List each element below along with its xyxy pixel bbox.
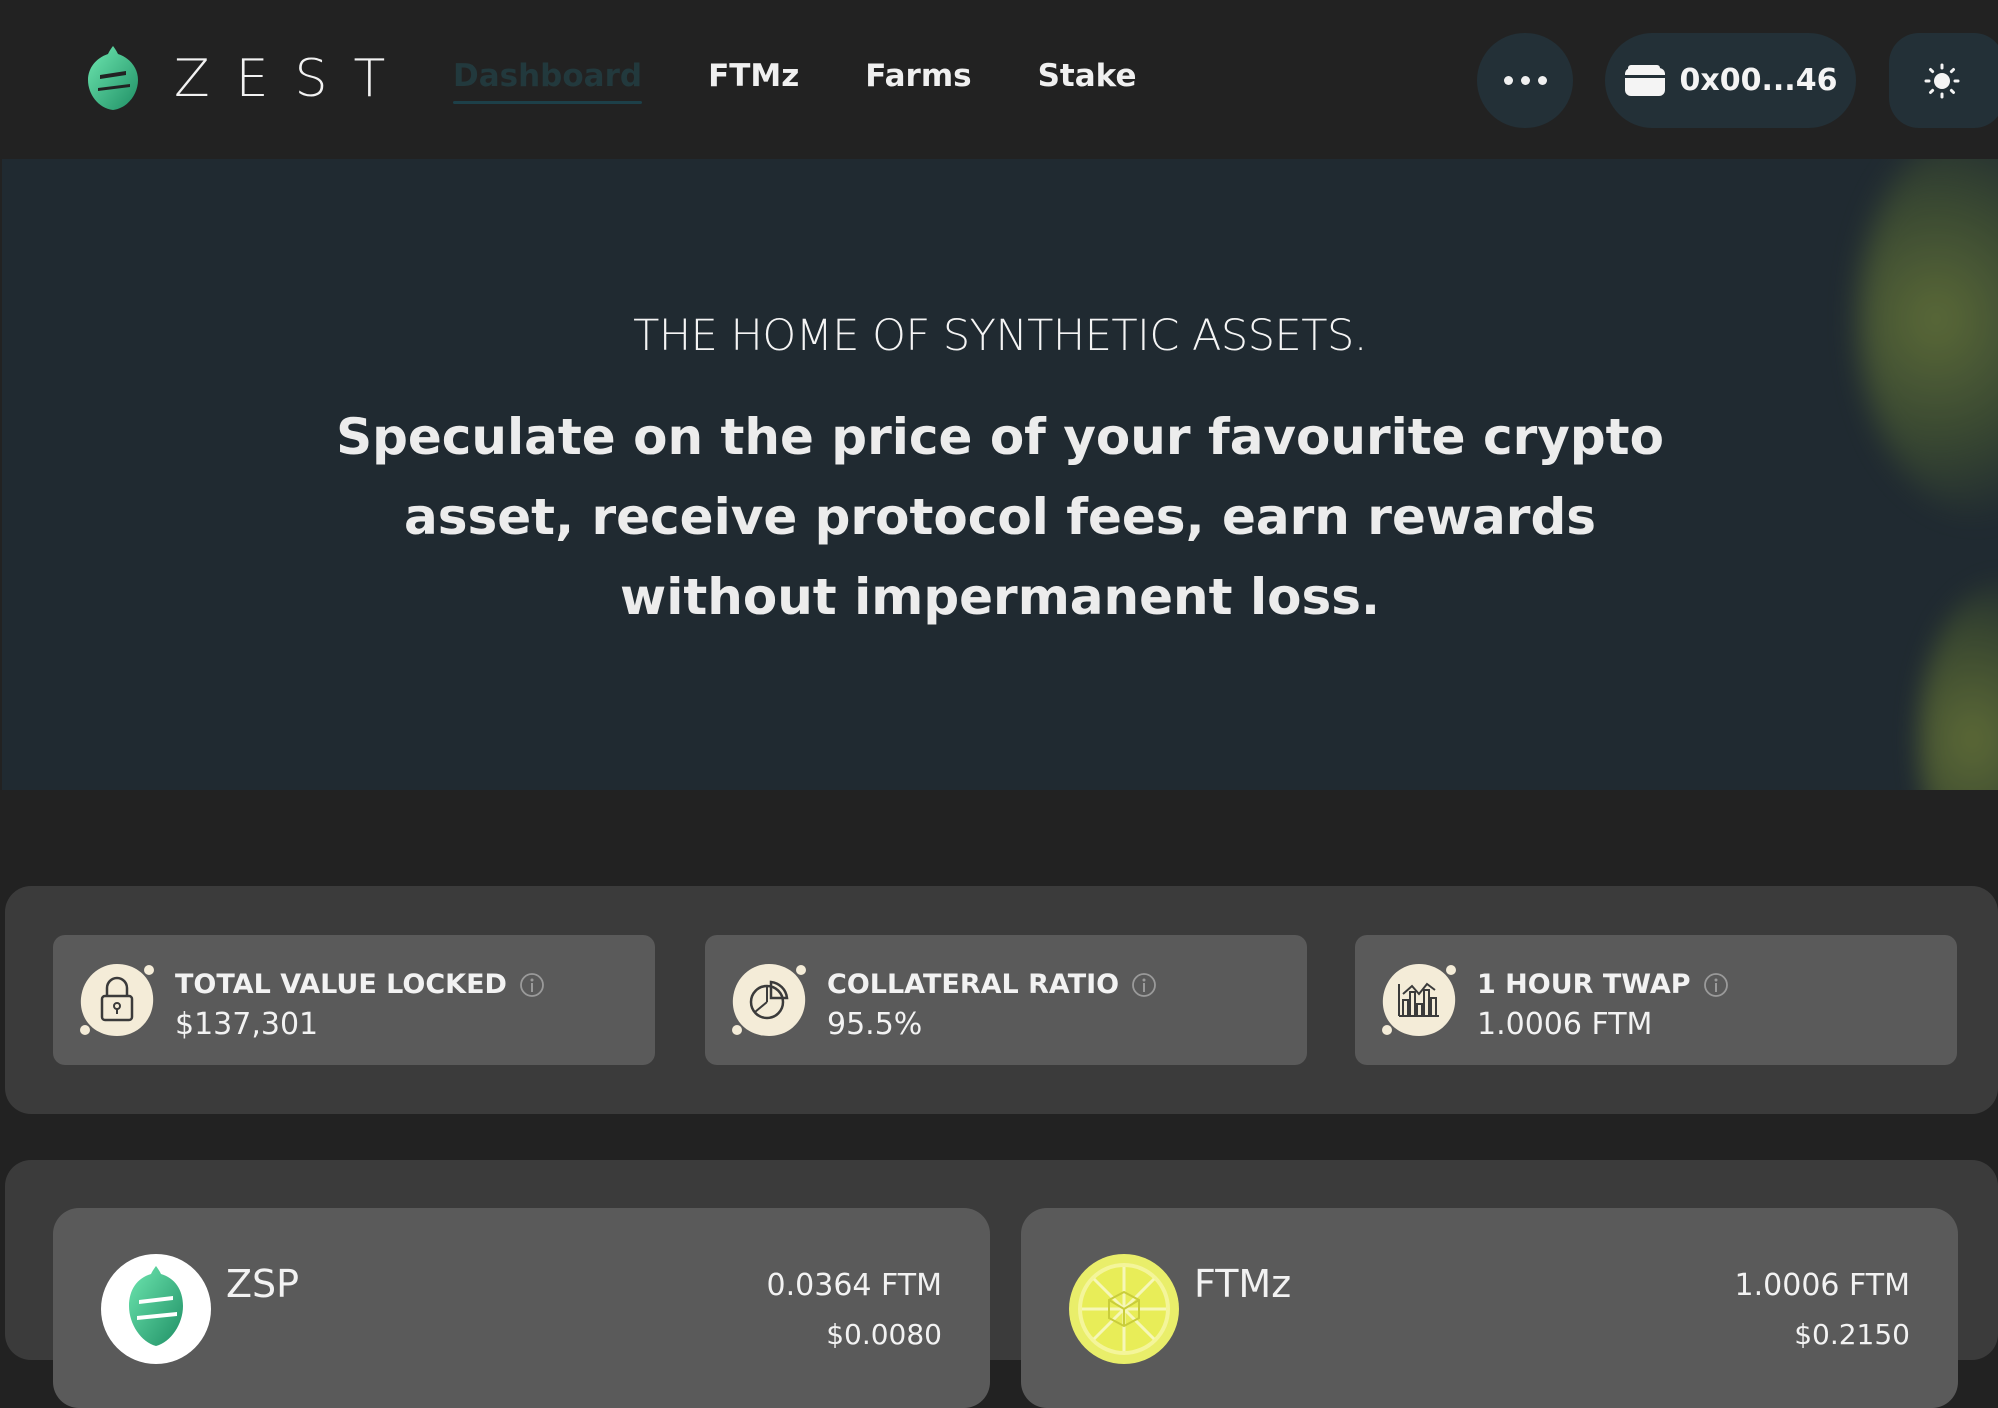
- stat-label-row: 1 HOUR TWAP: [1477, 969, 1729, 1000]
- zest-logo-icon: [101, 1254, 211, 1364]
- info-icon[interactable]: [1131, 972, 1157, 998]
- wallet-address: 0x00...46: [1679, 63, 1838, 98]
- stat-card-twap: 1 HOUR TWAP 1.0006 FTM: [1355, 935, 1957, 1065]
- wallet-button[interactable]: 0x00...46: [1605, 33, 1856, 128]
- more-dots-icon: [1503, 76, 1547, 85]
- stat-label-row: TOTAL VALUE LOCKED: [175, 969, 545, 1000]
- info-icon[interactable]: [1703, 972, 1729, 998]
- hero-decoration: [1918, 579, 1998, 790]
- info-icon[interactable]: [519, 972, 545, 998]
- top-navbar: ZEST Dashboard FTMz Farms Stake 0x00...4…: [0, 0, 1998, 159]
- hero-banner: THE HOME OF SYNTHETIC ASSETS. Speculate …: [2, 159, 1998, 790]
- theme-toggle-button[interactable]: [1889, 33, 1998, 128]
- token-price: 1.0006 FTM: [1734, 1268, 1910, 1303]
- token-card-ftmz[interactable]: FTMz 1.0006 FTM $0.2150: [1021, 1208, 1958, 1408]
- nav-stake[interactable]: Stake: [1038, 58, 1137, 100]
- stat-card-tvl: TOTAL VALUE LOCKED $137,301: [53, 935, 655, 1065]
- token-usd-price: $0.2150: [1794, 1318, 1910, 1351]
- lemon-slice-icon: [1069, 1254, 1179, 1364]
- token-usd-price: $0.0080: [826, 1318, 942, 1351]
- brand-logo[interactable]: ZEST: [86, 44, 411, 114]
- main-nav: Dashboard FTMz Farms Stake: [453, 58, 1202, 104]
- pie-chart-icon: [732, 964, 806, 1036]
- zest-logo-icon: [88, 46, 138, 110]
- lock-icon: [80, 964, 154, 1036]
- stat-card-collateral-ratio: COLLATERAL RATIO 95.5%: [705, 935, 1307, 1065]
- stat-label: 1 HOUR TWAP: [1477, 969, 1691, 1000]
- brand-logo-text: ZEST: [174, 49, 412, 109]
- stats-panel: TOTAL VALUE LOCKED $137,301 COLLATERAL R…: [5, 886, 1998, 1114]
- stat-value: 95.5%: [827, 1007, 923, 1042]
- sun-icon: [1924, 63, 1959, 98]
- more-options-button[interactable]: [1477, 33, 1573, 128]
- wallet-icon: [1624, 64, 1665, 96]
- tokens-panel: ZSP 0.0364 FTM $0.0080 FTMz 1.0006 FTM $…: [5, 1160, 1998, 1408]
- stat-value: $137,301: [175, 1007, 319, 1042]
- nav-ftmz[interactable]: FTMz: [708, 58, 799, 100]
- hero-headline: Speculate on the price of your favourite…: [336, 408, 1664, 626]
- bar-chart-icon: [1382, 964, 1456, 1036]
- stat-label: TOTAL VALUE LOCKED: [175, 969, 507, 1000]
- stat-label-row: COLLATERAL RATIO: [827, 969, 1157, 1000]
- nav-dashboard[interactable]: Dashboard: [453, 58, 643, 104]
- token-name: ZSP: [226, 1262, 300, 1306]
- token-name: FTMz: [1194, 1262, 1292, 1306]
- nav-farms[interactable]: Farms: [865, 58, 971, 100]
- hero-kicker: THE HOME OF SYNTHETIC ASSETS.: [633, 311, 1367, 361]
- stat-value: 1.0006 FTM: [1477, 1007, 1653, 1042]
- token-card-zsp[interactable]: ZSP 0.0364 FTM $0.0080: [53, 1208, 990, 1408]
- stat-label: COLLATERAL RATIO: [827, 969, 1120, 1000]
- token-price: 0.0364 FTM: [766, 1268, 942, 1303]
